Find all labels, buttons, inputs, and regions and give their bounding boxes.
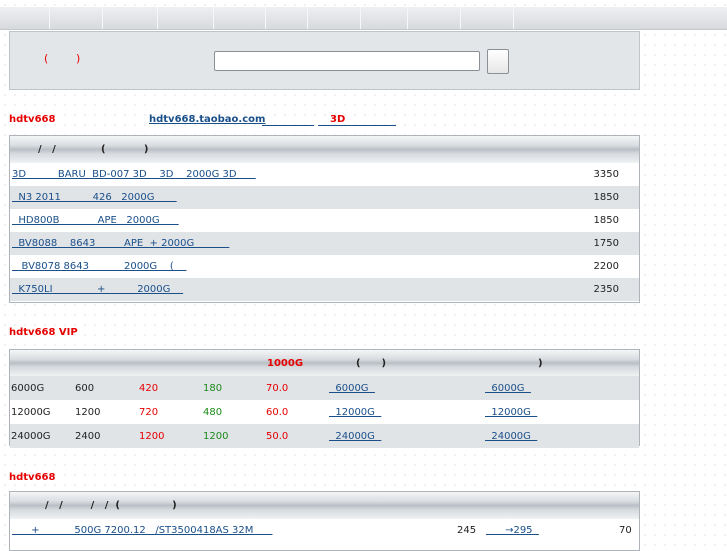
vip-header-right: ) bbox=[538, 358, 543, 369]
vip-value-b: 1200 bbox=[139, 431, 165, 442]
section1-title: hdtv668 bbox=[9, 114, 56, 125]
nav-tab[interactable] bbox=[103, 7, 158, 29]
product-price: 1850 bbox=[593, 215, 619, 226]
product-link[interactable]: BV8088 8643 APE + 2000G bbox=[12, 238, 229, 249]
vip-value-d: 70.0 bbox=[266, 383, 289, 394]
vip-value-d: 60.0 bbox=[266, 407, 289, 418]
vip-capacity: 24000G bbox=[11, 431, 51, 442]
vip-value-a: 2400 bbox=[75, 431, 101, 442]
disk-product-link[interactable]: + 500G 7200.12 /ST3500418AS 32M bbox=[12, 525, 272, 536]
product-table: / / ( ) 3D BARU BD-007 3D 3D 2000G 3D 33… bbox=[9, 135, 640, 303]
product-link[interactable]: 3D BARU BD-007 3D 3D 2000G 3D bbox=[12, 169, 256, 180]
disk-table: / / / / ( ) + 500G 7200.12 /ST3500418AS … bbox=[9, 491, 640, 551]
vip-value-b: 720 bbox=[139, 407, 159, 418]
nav-tab[interactable] bbox=[408, 7, 461, 29]
table-row: 3D BARU BD-007 3D 3D 2000G 3D 3350 bbox=[10, 163, 639, 186]
product-price: 1750 bbox=[593, 238, 619, 249]
vip-value-b: 420 bbox=[139, 383, 159, 394]
product-price: 1850 bbox=[593, 192, 619, 203]
nav-tab[interactable] bbox=[50, 7, 103, 29]
product-price: 2200 bbox=[593, 261, 619, 272]
nav-tab[interactable] bbox=[214, 7, 266, 29]
vip-value-a: 1200 bbox=[75, 407, 101, 418]
vip-value-a: 600 bbox=[75, 383, 95, 394]
vip-value-c: 180 bbox=[203, 383, 223, 394]
product-table-header: / / ( ) bbox=[10, 136, 639, 163]
vip-header-capacity: 1000G bbox=[267, 358, 304, 369]
vip-table: 1000G ( ) ) 6000G 600 420 180 70.0 6000G… bbox=[9, 349, 640, 448]
vip-capacity: 12000G bbox=[11, 407, 51, 418]
nav-tab[interactable] bbox=[308, 7, 361, 29]
vip-value-c: 480 bbox=[203, 407, 223, 418]
search-label-close: ) bbox=[76, 52, 81, 65]
vip-link-2[interactable]: 6000G bbox=[485, 383, 531, 394]
nav-tab[interactable] bbox=[461, 7, 514, 29]
search-input[interactable] bbox=[214, 51, 480, 71]
table-row: 12000G 1200 720 480 60.0 12000G 12000G bbox=[10, 400, 639, 424]
vip-link-2[interactable]: 12000G bbox=[485, 407, 537, 418]
table-row: K750LI + 2000G 2350 bbox=[10, 278, 639, 301]
vip-value-d: 50.0 bbox=[266, 431, 289, 442]
vip-link-1[interactable]: 6000G bbox=[329, 383, 375, 394]
table-row: BV8078 8643 2000G ( 2200 bbox=[10, 255, 639, 278]
vip-link-1[interactable]: 24000G bbox=[329, 431, 381, 442]
search-button[interactable] bbox=[487, 49, 509, 74]
disk-table-header: / / / / ( ) bbox=[10, 492, 639, 519]
disk-table-header-text: / / / / ( ) bbox=[45, 500, 177, 511]
vip-header-mid: ( ) bbox=[356, 358, 387, 369]
nav-tab bbox=[514, 7, 727, 29]
nav-tab[interactable] bbox=[266, 7, 308, 29]
vip-capacity: 6000G bbox=[11, 383, 45, 394]
nav-tab[interactable] bbox=[0, 7, 50, 29]
disk-value-2: 70 bbox=[619, 525, 632, 536]
product-price: 3350 bbox=[593, 169, 619, 180]
section3-title: hdtv668 bbox=[9, 472, 56, 483]
product-link[interactable]: HD800B APE 2000G bbox=[12, 215, 179, 226]
product-link[interactable]: K750LI + 2000G bbox=[12, 284, 183, 295]
table-row: BV8088 8643 APE + 2000G 1750 bbox=[10, 232, 639, 255]
search-label-open: ( bbox=[44, 52, 49, 65]
disk-price-link[interactable]: →295 bbox=[486, 525, 539, 536]
table-row: + 500G 7200.12 /ST3500418AS 32M 245 →295… bbox=[10, 519, 639, 542]
section2-title: hdtv668 VIP bbox=[9, 327, 78, 338]
table-row: HD800B APE 2000G 1850 bbox=[10, 209, 639, 232]
product-link[interactable]: BV8078 8643 2000G ( bbox=[12, 261, 187, 272]
product-link[interactable]: N3 2011 426 2000G bbox=[12, 192, 177, 203]
store-link[interactable]: hdtv668.taobao.com bbox=[149, 114, 265, 125]
product-table-header-text: / / ( ) bbox=[38, 144, 149, 155]
store-link-underline[interactable] bbox=[262, 116, 314, 126]
nav-tab[interactable] bbox=[361, 7, 408, 29]
nav-tab[interactable] bbox=[158, 7, 214, 29]
disk-value-1: 245 bbox=[457, 525, 477, 536]
vip-value-c: 1200 bbox=[203, 431, 229, 442]
vip-link-2[interactable]: 24000G bbox=[485, 431, 537, 442]
table-row: N3 2011 426 2000G 1850 bbox=[10, 186, 639, 209]
product-price: 2350 bbox=[593, 284, 619, 295]
table-row: 24000G 2400 1200 1200 50.0 24000G 24000G bbox=[10, 424, 639, 448]
table-row: 6000G 600 420 180 70.0 6000G 6000G bbox=[10, 376, 639, 400]
vip-link-1[interactable]: 12000G bbox=[329, 407, 381, 418]
section1-tag-underline[interactable] bbox=[318, 116, 396, 126]
vip-table-header: 1000G ( ) ) bbox=[10, 350, 639, 376]
top-nav-bar bbox=[0, 7, 727, 30]
search-panel: ( ) bbox=[9, 31, 640, 90]
